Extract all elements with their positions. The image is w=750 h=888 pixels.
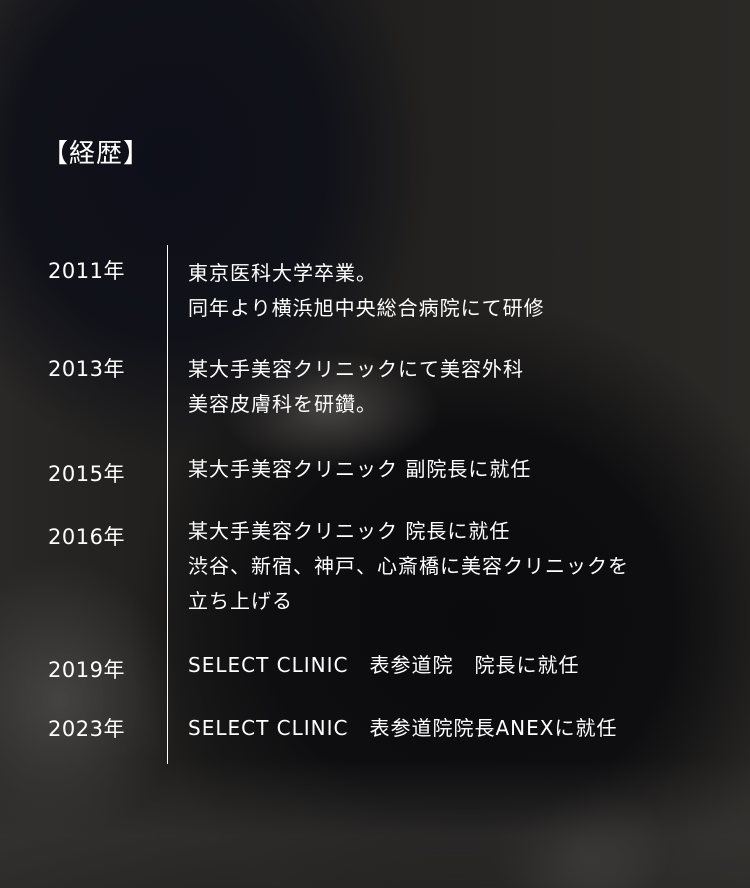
entry-line: 美容皮膚科を研鑽。 [188, 392, 377, 416]
entry-line: SELECT CLINIC 表参道院院長ANEXに就任 [188, 716, 618, 740]
career-section: 【経歴】 2011年 東京医科大学卒業。 同年より横浜旭中央総合病院にて研修 2… [0, 0, 750, 888]
entry-year: 2019年 [48, 658, 125, 682]
entry-year: 2023年 [48, 717, 125, 741]
entry-description: 某大手美容クリニックにて美容外科 美容皮膚科を研鑽。 [188, 352, 728, 422]
entry-year: 2011年 [48, 259, 125, 283]
entry-description: 某大手美容クリニック 副院長に就任 [188, 452, 728, 487]
entry-line: 某大手美容クリニック 副院長に就任 [188, 457, 532, 481]
section-heading: 【経歴】 [42, 139, 151, 169]
entry-line: 渋谷、新宿、神戸、心斎橋に美容クリニックを [188, 554, 629, 578]
entry-line: 東京医科大学卒業。 [188, 261, 377, 285]
entry-description: 東京医科大学卒業。 同年より横浜旭中央総合病院にて研修 [188, 256, 728, 326]
entry-line: 某大手美容クリニック 院長に就任 [188, 519, 511, 543]
timeline-divider [167, 245, 168, 764]
entry-description: SELECT CLINIC 表参道院 院長に就任 [188, 648, 728, 683]
entry-description: SELECT CLINIC 表参道院院長ANEXに就任 [188, 711, 728, 746]
entry-description: 某大手美容クリニック 院長に就任 渋谷、新宿、神戸、心斎橋に美容クリニックを 立… [188, 514, 728, 619]
entry-line: 立ち上げる [188, 589, 293, 613]
entry-year: 2016年 [48, 525, 125, 549]
entry-year: 2015年 [48, 462, 125, 486]
entry-line: 同年より横浜旭中央総合病院にて研修 [188, 296, 545, 320]
entry-year: 2013年 [48, 357, 125, 381]
entry-line: 某大手美容クリニックにて美容外科 [188, 357, 524, 381]
entry-line: SELECT CLINIC 表参道院 院長に就任 [188, 653, 580, 677]
